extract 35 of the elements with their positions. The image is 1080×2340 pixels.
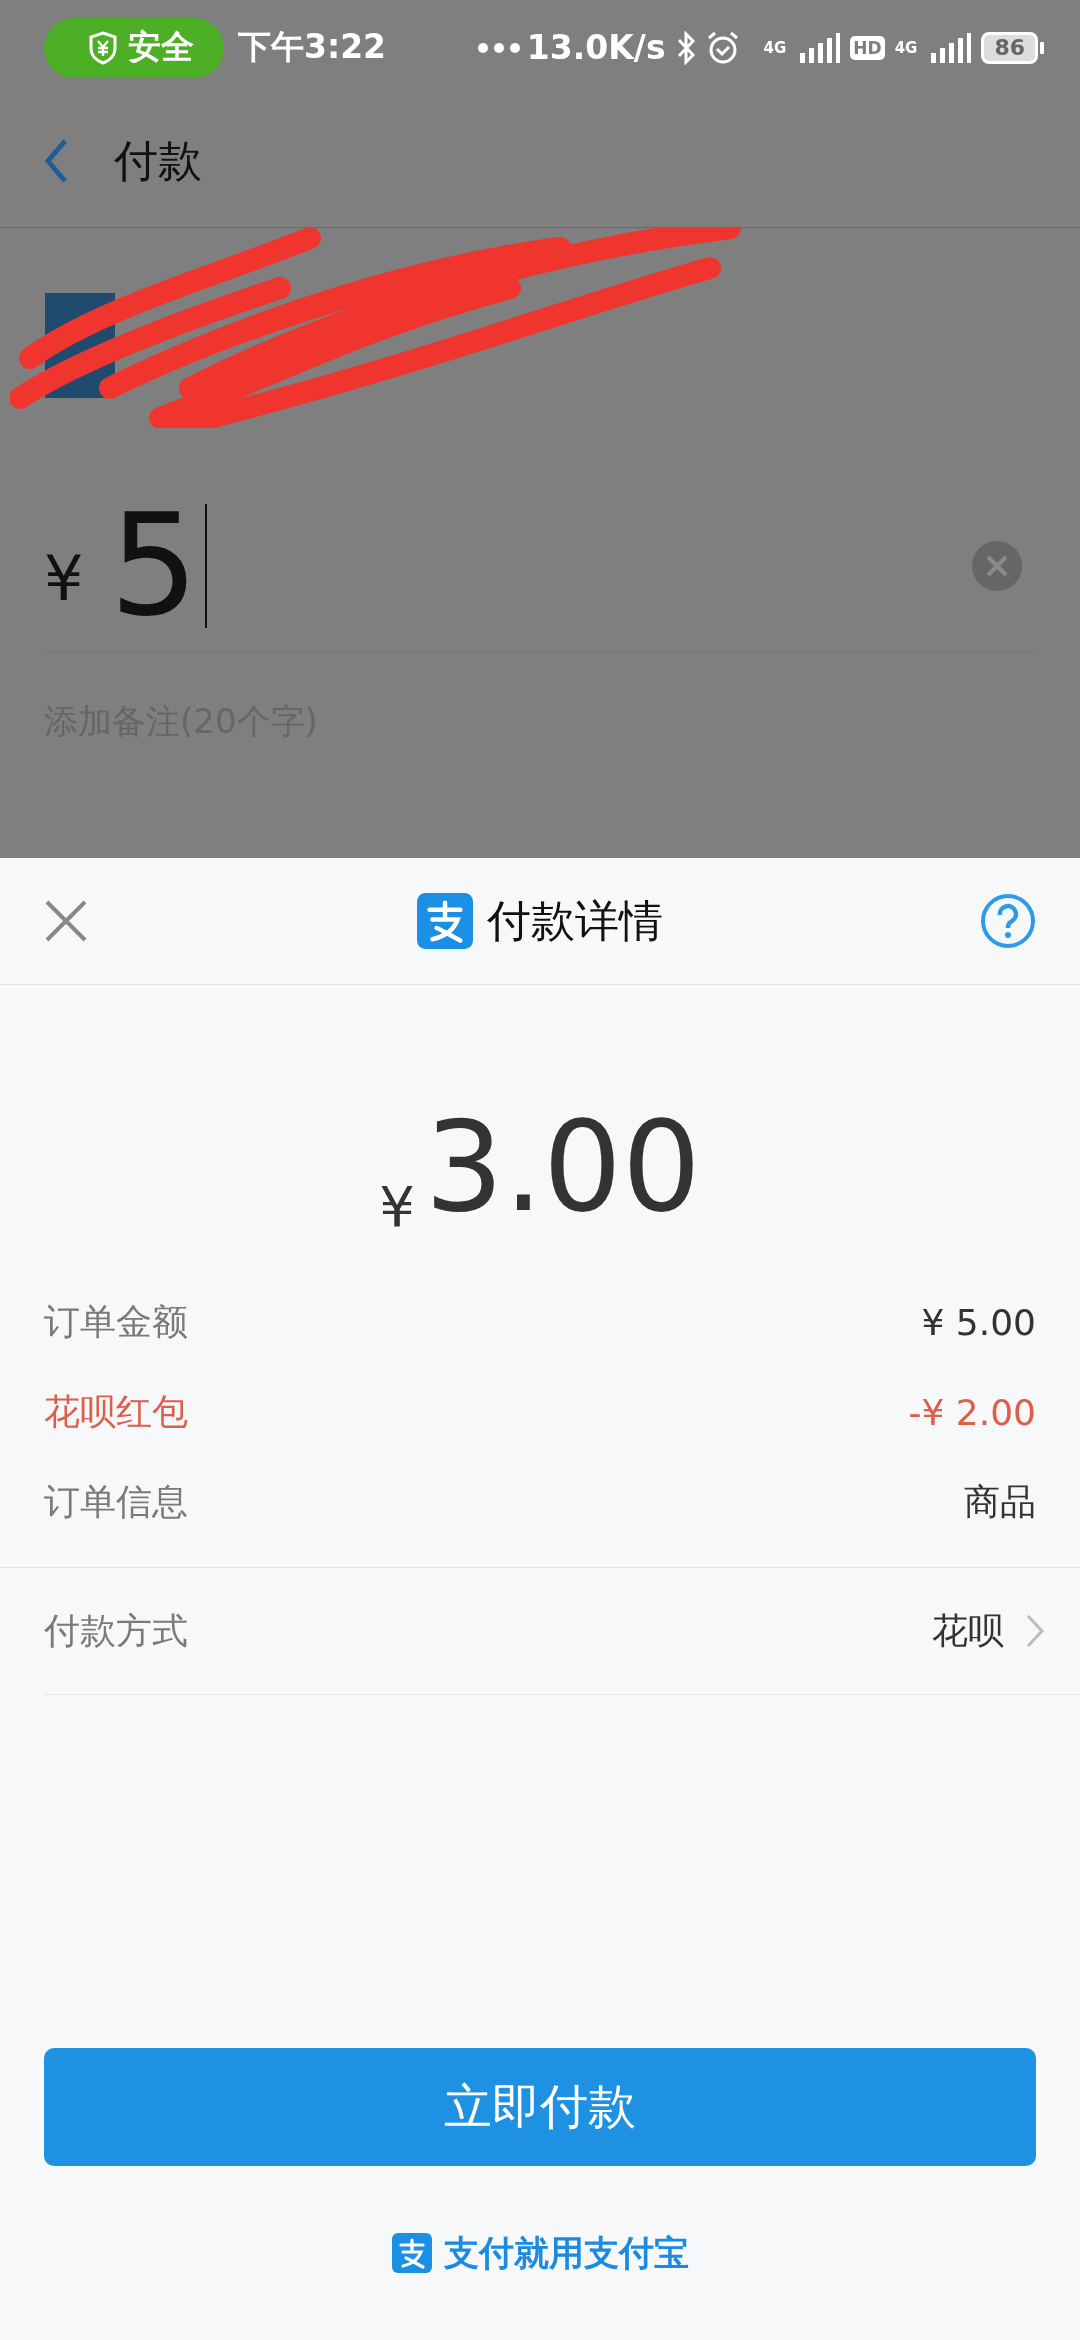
sheet-title: 付款详情 — [487, 893, 663, 948]
back-icon[interactable] — [44, 138, 68, 184]
payment-method-value: 花呗 — [932, 1608, 1004, 1653]
page-title: 付款 — [114, 133, 202, 188]
payment-method-row[interactable]: 付款方式 花呗 — [44, 1568, 1080, 1695]
chevron-right-icon — [1026, 1614, 1044, 1648]
row-value: 商品 — [964, 1479, 1036, 1524]
alarm-icon — [705, 30, 740, 65]
alipay-logo-icon — [417, 893, 473, 949]
bluetooth-icon — [675, 30, 696, 65]
clear-icon[interactable] — [972, 540, 1022, 591]
shield-yen-icon — [88, 30, 118, 65]
row-value: ¥ 5.00 — [921, 1301, 1036, 1343]
row-value: -¥ 2.00 — [908, 1391, 1036, 1433]
currency-symbol: ¥ — [379, 1174, 415, 1239]
alipay-logo-icon — [391, 2233, 432, 2273]
payment-method-label: 付款方式 — [44, 1608, 188, 1653]
battery-level: 86 — [981, 31, 1038, 64]
close-icon[interactable] — [44, 899, 88, 943]
row-label: 订单信息 — [44, 1479, 188, 1524]
security-label: 安全 — [128, 26, 194, 68]
network-type: 4G — [894, 38, 918, 57]
status-time: 下午3:22 — [238, 26, 387, 68]
currency-symbol: ¥ — [44, 542, 84, 615]
pay-now-button[interactable]: 立即付款 — [44, 2048, 1036, 2166]
slogan: 支付就用支付宝 — [443, 2231, 689, 2275]
amount-field[interactable]: ¥ 5 — [44, 480, 1036, 652]
amount-value: 5 — [109, 495, 199, 636]
hd-badge: HD — [850, 35, 885, 60]
payment-amount: 3.00 — [424, 1105, 701, 1229]
net-speed: 13.0K/s — [526, 28, 666, 67]
row-label: 订单金额 — [44, 1299, 188, 1344]
network-type: 4G — [763, 38, 787, 57]
row-label: 花呗红包 — [44, 1389, 188, 1434]
help-icon[interactable] — [980, 893, 1036, 949]
